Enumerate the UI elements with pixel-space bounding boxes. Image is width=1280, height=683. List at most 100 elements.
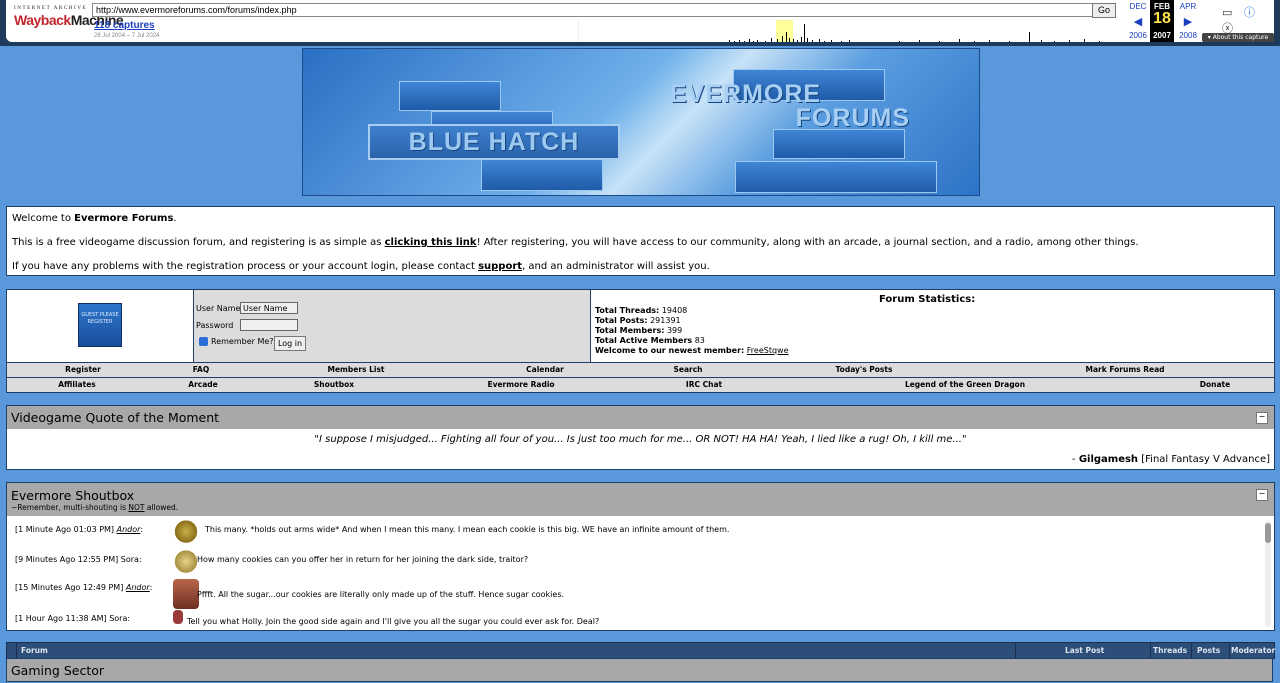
sparkline-current-highlight [776,20,793,42]
nav-arcade[interactable]: Arcade [188,380,217,389]
sparkline-bar [959,39,960,42]
column-divider [1229,643,1230,658]
shoutbox-subtitle-text: allowed. [144,503,179,512]
nav-members-list[interactable]: Members List [328,365,385,374]
welcome-text: . [173,213,177,224]
sparkline-bar [804,24,805,42]
shout-user-link[interactable]: Sora [121,555,139,564]
wayback-url-input[interactable]: http://www.evermoreforums.com/forums/ind… [92,3,1094,17]
column-divider [1150,643,1151,658]
password-input[interactable] [240,319,298,331]
sparkline-bar [831,40,832,42]
nav-legend-green-dragon[interactable]: Legend of the Green Dragon [905,380,1025,389]
sparkline-bar [849,40,850,42]
nav-row-1: Register FAQ Members List Calendar Searc… [6,362,1275,378]
sparkline-bar [841,41,842,42]
nav-donate[interactable]: Donate [1200,380,1230,389]
nav-shoutbox[interactable]: Shoutbox [314,380,354,389]
stat-active-members: Total Active Members 83 [595,336,705,345]
sparkline-bar [734,41,735,42]
shout-time: [15 Minutes Ago 12:49 PM] [15,583,124,592]
prev-month-column[interactable]: DEC ◀ 2006 [1124,0,1152,42]
shout-user-link[interactable]: Andor [117,525,141,534]
about-capture-button[interactable]: ▾ About this capture [1202,33,1274,42]
current-year-label: 2007 [1150,31,1174,40]
shout-user-link[interactable]: Andor [126,583,150,592]
sparkline-bar [919,40,920,42]
banner-block [399,81,501,111]
login-button[interactable]: Log in [274,336,306,351]
newest-member-link[interactable]: FreeStqwe [747,346,789,355]
wayback-logo-word-a: Wayback [14,12,71,28]
wayback-icon-group: ▭ ⓘ ⓧ [1222,4,1274,36]
nav-todays-posts[interactable]: Today's Posts [836,365,893,374]
avatar [173,579,199,609]
next-capture-arrow-icon[interactable]: ▶ [1174,15,1202,28]
nav-register[interactable]: Register [65,365,101,374]
column-divider [16,643,17,658]
sparkline-bar [989,40,990,42]
wayback-date-range: 28 Jul 2004 – 7 Jul 2024 [94,33,160,39]
quote-source-prefix: - [1072,454,1079,465]
support-link[interactable]: support [478,261,522,272]
sparkline-bar [797,40,798,42]
sparkline-bar [1084,39,1085,42]
register-link[interactable]: clicking this link [385,237,477,248]
welcome-text: Welcome to [12,213,75,224]
nav-mark-forums-read[interactable]: Mark Forums Read [1085,365,1164,374]
stat-posts: Total Posts: 291391 [595,316,681,325]
col-moderator: Moderator [1231,646,1276,655]
shout-meta: [1 Minute Ago 01:03 PM] Andor: [15,525,144,534]
shout-message: This many. *holds out arms wide* And whe… [205,525,730,534]
wayback-captures-link[interactable]: 118 captures [94,20,155,31]
stat-label: Welcome to our newest member: [595,346,745,355]
shoutbox-messages[interactable]: [1 Minute Ago 01:03 PM] Andor: This many… [9,517,1260,627]
prev-year-label: 2006 [1129,31,1147,40]
wayback-logo-top: INTERNET ARCHIVE [14,6,88,11]
welcome-text: ! After registering, you will have acces… [476,237,1139,248]
next-month-column[interactable]: APR ▶ 2008 [1174,0,1202,42]
nav-irc-chat[interactable]: IRC Chat [686,380,722,389]
sparkline-bar [807,38,808,42]
collapse-icon[interactable]: − [1256,489,1268,501]
sparkline-bar [1041,40,1042,42]
avatar [173,549,199,577]
nav-faq[interactable]: FAQ [193,365,209,374]
quote-source: - Gilgamesh [Final Fantasy V Advance] [1072,454,1270,465]
next-month-label: APR [1179,2,1197,11]
sparkline-bar [739,40,740,42]
shoutbox-header: Evermore Shoutbox ~Remember, multi-shout… [7,483,1274,516]
avatar [173,610,183,624]
shoutbox-scrollbar[interactable] [1265,521,1271,627]
sparkline-bar [789,38,790,42]
collapse-icon[interactable]: − [1256,412,1268,424]
wayback-logo[interactable]: INTERNET ARCHIVE WaybackMachine [14,6,124,34]
username-input[interactable]: User Name [240,302,298,314]
sparkline-bar [786,32,787,42]
remember-me-label: Remember Me? [211,337,274,346]
remember-me-checkbox[interactable] [199,337,208,346]
quote-text: "I suppose I misjudged... Fighting all f… [314,434,967,445]
wayback-sparkline[interactable] [578,20,1124,42]
shout-user-link[interactable]: Sora [109,614,127,623]
nav-search[interactable]: Search [673,365,702,374]
sparkline-bar [899,41,900,42]
sparkline-bar [1054,41,1055,42]
avatar [173,519,199,547]
category-gaming-sector[interactable]: Gaming Sector [6,658,1273,682]
nav-affiliates[interactable]: Affiliates [58,380,96,389]
sparkline-bar [729,40,730,42]
window-icon[interactable]: ▭ [1222,6,1232,19]
sparkline-bar [771,38,772,42]
scrollbar-thumb[interactable] [1265,523,1271,543]
nav-evermore-radio[interactable]: Evermore Radio [487,380,554,389]
help-icon[interactable]: ⓘ [1244,6,1255,19]
prev-capture-arrow-icon[interactable]: ◀ [1124,15,1152,28]
wayback-go-button[interactable]: Go [1092,3,1116,18]
forum-statistics: Forum Statistics: Total Threads: 19408 T… [591,290,1274,362]
sparkline-bar [939,41,940,42]
sparkline-bar [1099,41,1100,42]
nav-calendar[interactable]: Calendar [526,365,564,374]
col-threads: Threads [1153,646,1188,655]
guest-avatar: GUEST PLEASE REGISTER [78,303,122,347]
